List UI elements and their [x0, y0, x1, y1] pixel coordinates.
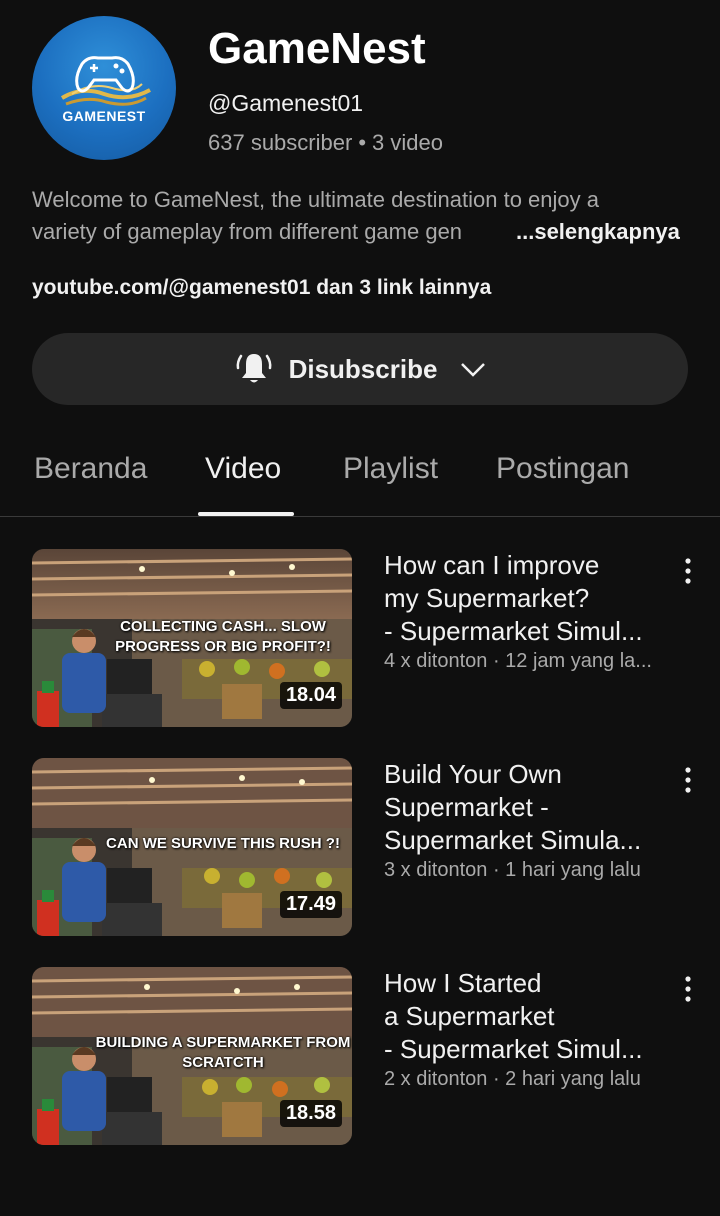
- tab-postingan[interactable]: Postingan: [496, 452, 629, 486]
- video-info: How can I improve my Supermarket? - Supe…: [384, 549, 674, 673]
- video-duration: 18.58: [279, 1100, 342, 1127]
- stats-separator: •: [358, 130, 367, 155]
- description-line-1: Welcome to GameNest, the ultimate destin…: [32, 187, 599, 212]
- video-item[interactable]: COLLECTING CASH... SLOW PROGRESS OR BIG …: [32, 549, 712, 727]
- gamepad-logo-icon: [60, 56, 151, 106]
- channel-handle: @Gamenest01: [208, 90, 364, 116]
- channel-links[interactable]: youtube.com/@gamenest01 dan 3 link lainn…: [32, 276, 491, 300]
- more-link[interactable]: ...selengkapnya: [512, 216, 680, 248]
- video-info: Build Your Own Supermarket - Supermarket…: [384, 758, 674, 882]
- active-tab-indicator: [198, 512, 294, 516]
- channel-stats: 637 subscriber • 3 video: [208, 130, 443, 156]
- description-line-2-text: variety of gameplay from different game …: [32, 219, 463, 244]
- video-thumbnail[interactable]: COLLECTING CASH... SLOW PROGRESS OR BIG …: [32, 549, 352, 727]
- thumbnail-overlay-text: CAN WE SURVIVE THIS RUSH ?!: [106, 835, 340, 852]
- channel-name: GameNest: [208, 24, 426, 73]
- channel-header: GAMENEST GameNest @Gamenest01 637 subscr…: [32, 16, 692, 166]
- video-title[interactable]: How can I improve my Supermarket? - Supe…: [384, 549, 674, 648]
- tab-video[interactable]: Video: [205, 452, 281, 486]
- more-vert-icon[interactable]: [676, 766, 700, 794]
- avatar-brand-text: GAMENEST: [62, 108, 146, 124]
- video-item[interactable]: CAN WE SURVIVE THIS RUSH ?! 17.49 Build …: [32, 758, 712, 936]
- thumbnail-overlay-text: COLLECTING CASH... SLOW PROGRESS OR BIG …: [115, 618, 331, 655]
- video-title[interactable]: How I Started a Supermarket - Supermarke…: [384, 967, 674, 1066]
- description-line-2: variety of gameplay from different game …: [32, 216, 692, 248]
- video-info: How I Started a Supermarket - Supermarke…: [384, 967, 674, 1091]
- video-duration: 17.49: [279, 891, 342, 918]
- chevron-down-icon: [461, 363, 486, 377]
- video-meta: 4 x ditonton · 12 jam yang la...: [384, 650, 652, 672]
- channel-description[interactable]: Welcome to GameNest, the ultimate destin…: [32, 184, 692, 248]
- tab-playlist[interactable]: Playlist: [343, 452, 438, 486]
- more-vert-icon[interactable]: [676, 557, 700, 585]
- more-vert-icon[interactable]: [676, 975, 700, 1003]
- video-title[interactable]: Build Your Own Supermarket - Supermarket…: [384, 758, 674, 857]
- thumbnail-overlay-text: BUILDING A SUPERMARKET FROM SCRATCTH: [95, 1034, 351, 1071]
- bell-ringing-icon: [236, 354, 272, 383]
- video-count: 3 video: [372, 130, 443, 155]
- video-item[interactable]: BUILDING A SUPERMARKET FROM SCRATCTH 18.…: [32, 967, 712, 1145]
- video-thumbnail[interactable]: CAN WE SURVIVE THIS RUSH ?! 17.49: [32, 758, 352, 936]
- video-meta: 3 x ditonton · 1 hari yang lalu: [384, 859, 641, 881]
- channel-avatar[interactable]: GAMENEST: [32, 16, 176, 160]
- video-thumbnail[interactable]: BUILDING A SUPERMARKET FROM SCRATCTH 18.…: [32, 967, 352, 1145]
- video-meta: 2 x ditonton · 2 hari yang lalu: [384, 1068, 641, 1090]
- subscribed-label: Disubscribe: [288, 353, 438, 384]
- tab-beranda[interactable]: Beranda: [34, 452, 147, 486]
- channel-tabs: Beranda Video Playlist Postingan: [0, 430, 720, 517]
- subscriber-count: 637 subscriber: [208, 130, 353, 155]
- video-duration: 18.04: [279, 682, 342, 709]
- subscribed-button[interactable]: Disubscribe: [32, 333, 688, 405]
